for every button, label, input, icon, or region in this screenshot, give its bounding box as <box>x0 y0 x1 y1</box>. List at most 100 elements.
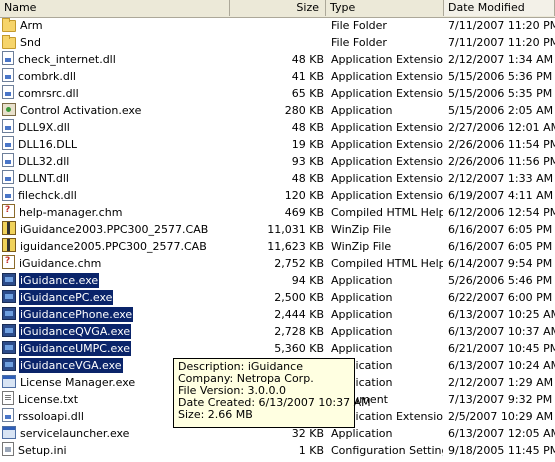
file-size: 94 KB <box>291 274 324 287</box>
dll-icon <box>2 408 14 422</box>
file-row[interactable]: DLL16.DLL 19 KB Application Extension 2/26/… <box>0 136 555 153</box>
file-date-modified: 2/5/2007 10:29 AM <box>448 410 554 423</box>
cpl-icon <box>2 103 16 116</box>
file-row[interactable]: filechck.dll 120 KB Application Extension 6… <box>0 187 555 204</box>
file-name-cell[interactable]: iGuidance.chm <box>2 255 228 272</box>
file-name-cell[interactable]: check_internet.dll <box>2 51 228 68</box>
file-name-cell[interactable]: iGuidanceUMPC.exe <box>2 340 228 357</box>
file-size: 2,752 KB <box>274 257 324 270</box>
file-type: Application Extension <box>331 121 443 134</box>
column-header-date[interactable]: Date Modified <box>444 0 555 16</box>
file-date-modified: 6/19/2007 4:11 AM <box>448 189 554 202</box>
file-size: 93 KB <box>291 155 324 168</box>
file-type: File Folder <box>331 19 387 32</box>
file-name: rssoloapi.dll <box>18 410 84 423</box>
file-date-modified: 7/11/2007 11:20 PM <box>448 36 555 49</box>
file-name: DLL16.DLL <box>18 138 77 151</box>
file-size: 2,444 KB <box>274 308 324 321</box>
file-size: 469 KB <box>284 206 324 219</box>
file-type: Compiled HTML Help... <box>331 257 443 270</box>
file-name-cell[interactable]: iGuidanceQVGA.exe <box>2 323 228 340</box>
file-date-modified: 5/15/2006 5:36 PM <box>448 70 553 83</box>
file-name: iGuidancePC.exe <box>19 290 114 305</box>
file-date-modified: 6/22/2007 6:00 PM <box>448 291 553 304</box>
file-name-cell[interactable]: combrk.dll <box>2 68 228 85</box>
file-name-cell[interactable]: iGuidance.exe <box>2 272 228 289</box>
file-date-modified: 2/26/2006 11:56 PM <box>448 155 555 168</box>
chm-icon <box>2 255 15 270</box>
file-type: File Folder <box>331 36 387 49</box>
file-name-cell[interactable]: DLLNT.dll <box>2 170 228 187</box>
file-name-cell[interactable]: iGuidancePhone.exe <box>2 306 228 323</box>
file-size <box>230 17 324 34</box>
file-row[interactable]: Arm File Folder 7/11/2007 11:20 PM <box>0 17 555 34</box>
app-icon <box>2 341 16 354</box>
file-row[interactable]: Snd File Folder 7/11/2007 11:20 PM <box>0 34 555 51</box>
file-date-modified: 6/13/2007 10:25 AM <box>448 308 555 321</box>
file-row[interactable]: iGuidance2003.PPC300_2577.CAB 11,031 KB Wi… <box>0 221 555 238</box>
file-date-modified: 2/12/2007 1:34 AM <box>448 53 554 66</box>
file-row[interactable]: iguidance2005.PPC300_2577.CAB 11,623 KB Wi… <box>0 238 555 255</box>
column-header-name[interactable]: Name <box>0 0 230 16</box>
file-row[interactable]: comrsrc.dll 65 KB Application Extension 5/1… <box>0 85 555 102</box>
app-icon <box>2 358 16 371</box>
file-row[interactable]: iGuidanceQVGA.exe 2,728 KB Application 6/13… <box>0 323 555 340</box>
file-name-cell[interactable]: DLL16.DLL <box>2 136 228 153</box>
file-type: Application Extension <box>331 189 443 202</box>
file-row[interactable]: iGuidance.chm 2,752 KB Compiled HTML Help.… <box>0 255 555 272</box>
file-name-cell[interactable]: help-manager.chm <box>2 204 228 221</box>
file-row[interactable]: iGuidancePC.exe 2,500 KB Application 6/22/2… <box>0 289 555 306</box>
file-date-modified: 6/16/2007 6:05 PM <box>448 223 553 236</box>
file-row[interactable]: iGuidanceUMPC.exe 5,360 KB Application 6/21… <box>0 340 555 357</box>
file-type: Compiled HTML Help... <box>331 206 443 219</box>
file-name-cell[interactable]: DLL32.dll <box>2 153 228 170</box>
app-icon <box>2 307 16 320</box>
file-name-cell[interactable]: filechck.dll <box>2 187 228 204</box>
file-name: iGuidance2003.PPC300_2577.CAB <box>20 223 209 236</box>
file-date-modified: 6/16/2007 6:05 PM <box>448 240 553 253</box>
file-name: License.txt <box>18 393 79 406</box>
file-type: Application <box>331 325 393 338</box>
column-header-type[interactable]: Type <box>326 0 444 16</box>
file-name: Setup.ini <box>18 444 67 457</box>
file-name: iGuidancePhone.exe <box>19 307 134 322</box>
file-name: comrsrc.dll <box>18 87 79 100</box>
file-row[interactable]: Control Activation.exe 280 KB Application 5… <box>0 102 555 119</box>
file-name: DLLNT.dll <box>18 172 69 185</box>
file-row[interactable]: check_internet.dll 48 KB Application Exten… <box>0 51 555 68</box>
file-date-modified: 2/27/2006 12:01 AM <box>448 121 555 134</box>
file-name-cell[interactable]: iGuidance2003.PPC300_2577.CAB <box>2 221 228 238</box>
file-row[interactable]: iGuidancePhone.exe 2,444 KB Application 6/1… <box>0 306 555 323</box>
column-header-size[interactable]: Size <box>230 0 326 16</box>
file-row[interactable]: DLL9X.dll 48 KB Application Extension 2/27/… <box>0 119 555 136</box>
file-name-cell[interactable]: Setup.ini <box>2 442 228 459</box>
file-name-cell[interactable]: Arm <box>2 17 228 34</box>
file-date-modified: 5/15/2006 2:05 AM <box>448 104 554 117</box>
file-name-cell[interactable]: iGuidancePC.exe <box>2 289 228 306</box>
file-name-cell[interactable]: DLL9X.dll <box>2 119 228 136</box>
file-size: 19 KB <box>291 138 324 151</box>
cab-icon <box>2 221 16 235</box>
file-row[interactable]: Setup.ini 1 KB Configuration Settings 9/18/… <box>0 442 555 459</box>
dll-icon <box>2 68 14 82</box>
file-name: DLL9X.dll <box>18 121 70 134</box>
file-name-cell[interactable]: Control Activation.exe <box>2 102 228 119</box>
file-row[interactable]: combrk.dll 41 KB Application Extension 5/15… <box>0 68 555 85</box>
dll-icon <box>2 187 14 201</box>
file-row[interactable]: help-manager.chm 469 KB Compiled HTML Help… <box>0 204 555 221</box>
file-name-cell[interactable]: Snd <box>2 34 228 51</box>
file-type: Application <box>331 308 393 321</box>
file-type: Application <box>331 274 393 287</box>
file-row[interactable]: iGuidance.exe 94 KB Application 5/26/2006 5… <box>0 272 555 289</box>
file-name-cell[interactable]: iguidance2005.PPC300_2577.CAB <box>2 238 228 255</box>
file-row[interactable]: DLLNT.dll 48 KB Application Extension 2/12/… <box>0 170 555 187</box>
file-size: 41 KB <box>291 70 324 83</box>
file-name: help-manager.chm <box>19 206 123 219</box>
file-row[interactable]: DLL32.dll 93 KB Application Extension 2/26/… <box>0 153 555 170</box>
file-name: Snd <box>20 36 41 49</box>
file-size: 11,031 KB <box>267 223 324 236</box>
file-name-cell[interactable]: comrsrc.dll <box>2 85 228 102</box>
file-type: Application <box>331 342 393 355</box>
file-size: 65 KB <box>291 87 324 100</box>
column-header-date-label: Date Modified <box>448 1 525 14</box>
